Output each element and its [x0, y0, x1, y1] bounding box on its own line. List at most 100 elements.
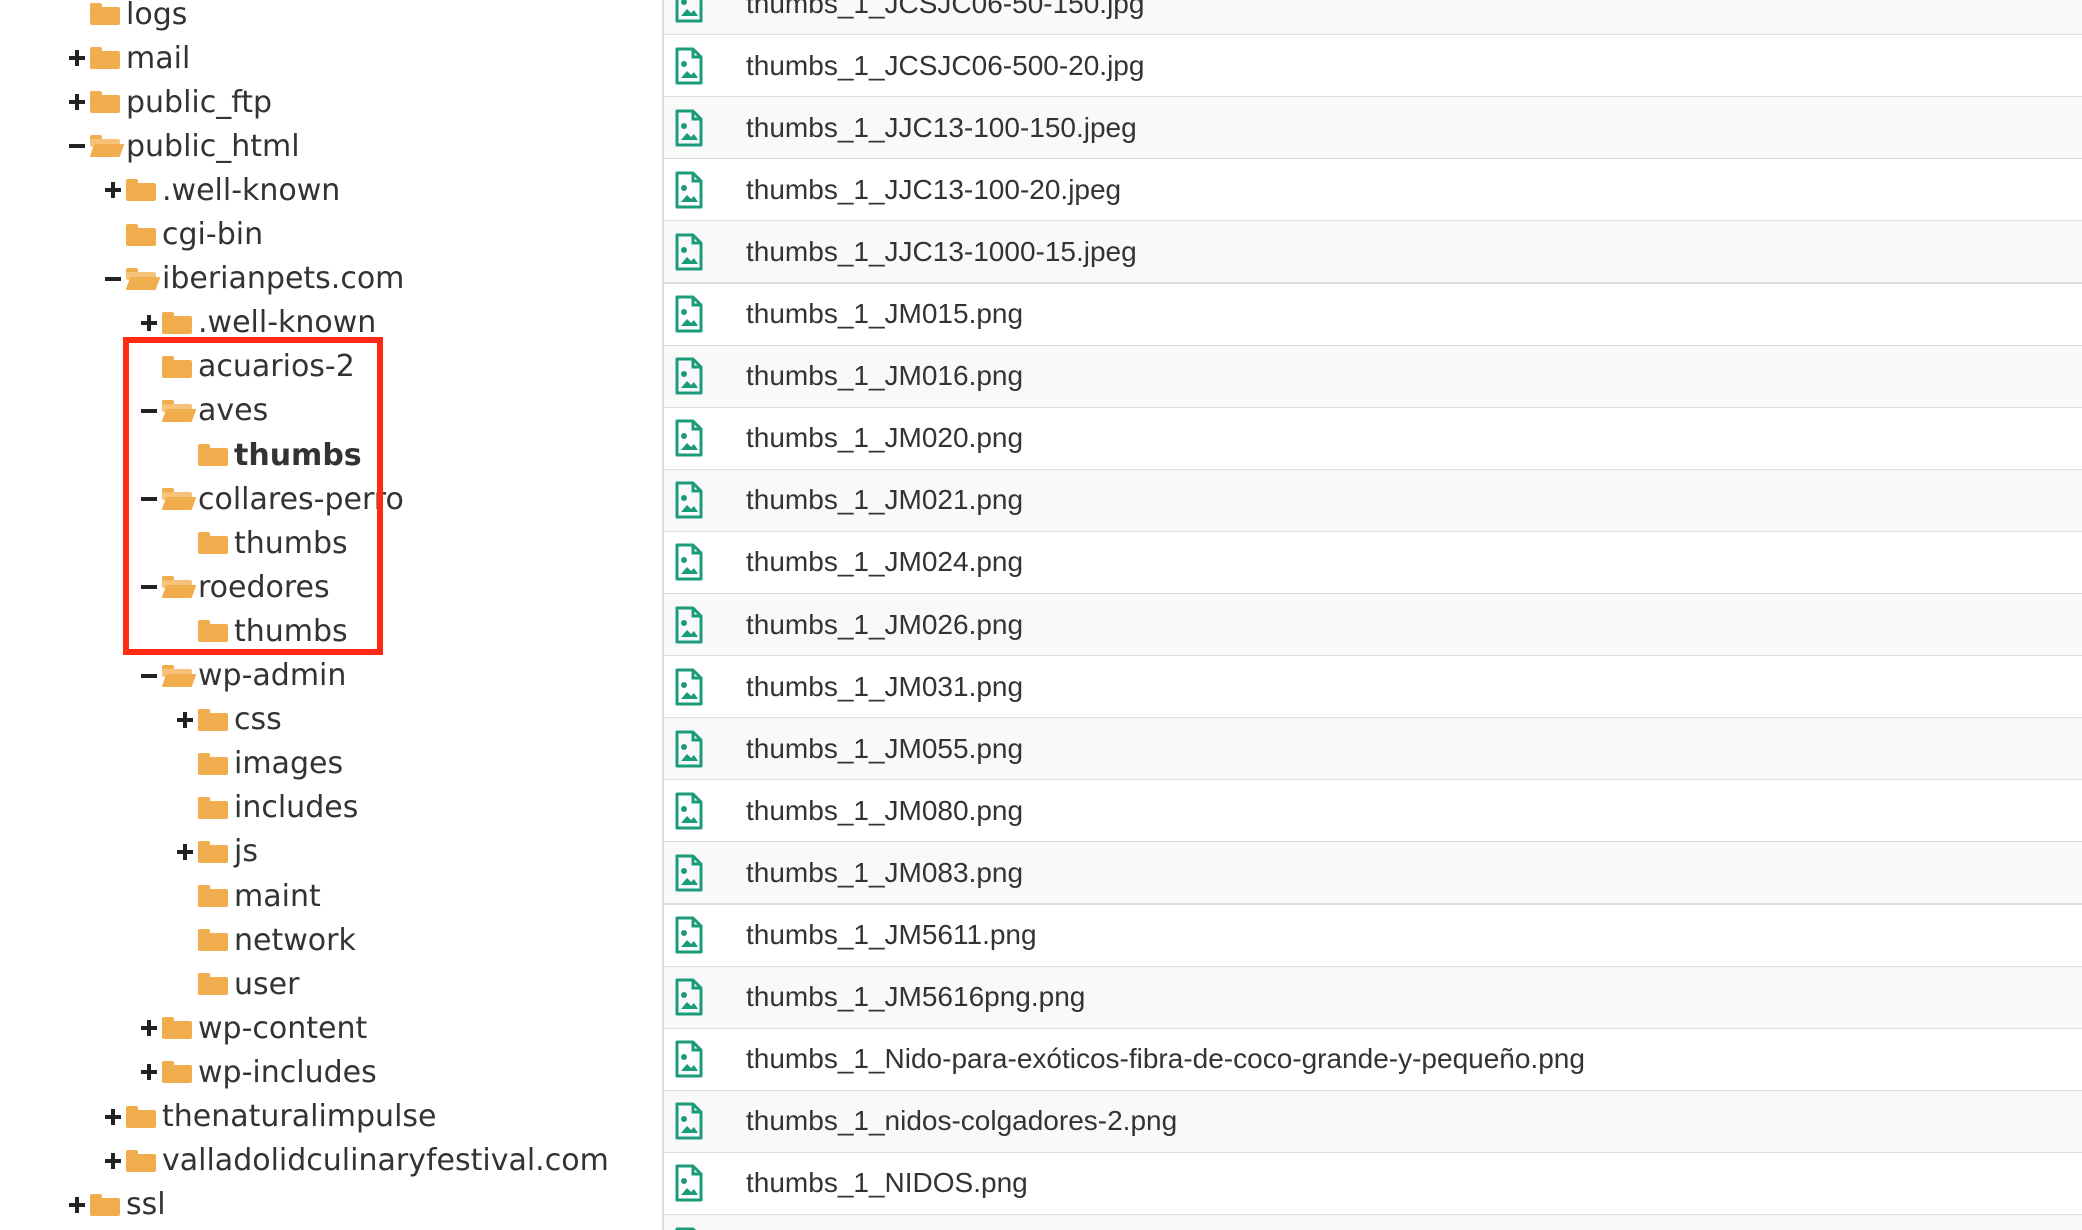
- toggle-spacer: [102, 213, 124, 257]
- file-row[interactable]: thumbs_1_JM083.png: [664, 842, 2082, 906]
- expand-icon[interactable]: [66, 36, 88, 80]
- file-row[interactable]: thumbs_1_JJC13-1000-15.jpeg: [664, 221, 2082, 285]
- file-row[interactable]: [664, 1215, 2082, 1230]
- file-row[interactable]: thumbs_1_JM055.png: [664, 718, 2082, 782]
- file-icon-cell: [664, 780, 746, 841]
- tree-item[interactable]: thumbs: [174, 521, 348, 565]
- file-icon-cell: [664, 842, 746, 903]
- tree-item[interactable]: valladolidculinaryfestival.com: [102, 1139, 609, 1183]
- image-file-icon: [675, 1102, 703, 1140]
- expand-icon[interactable]: [138, 301, 160, 345]
- collapse-icon[interactable]: [66, 124, 88, 168]
- collapse-icon[interactable]: [138, 654, 160, 698]
- tree-item[interactable]: js: [174, 830, 258, 874]
- file-icon-cell: [664, 1091, 746, 1152]
- tree-item[interactable]: mail: [66, 36, 190, 80]
- file-row[interactable]: thumbs_1_JM5616png.png: [664, 966, 2082, 1030]
- expand-icon[interactable]: [102, 1095, 124, 1139]
- file-row[interactable]: thumbs_1_JCSJC06-500-20.jpg: [664, 35, 2082, 99]
- tree-item[interactable]: thumbs: [174, 609, 348, 653]
- expand-icon[interactable]: [66, 1183, 88, 1227]
- collapse-icon[interactable]: [138, 477, 160, 521]
- tree-item-label: aves: [198, 393, 269, 429]
- file-name: thumbs_1_JM083.png: [746, 856, 1024, 888]
- tree-item[interactable]: public_ftp: [66, 80, 272, 124]
- file-row[interactable]: thumbs_1_JM5611.png: [664, 904, 2082, 968]
- file-row[interactable]: thumbs_1_JCSJC06-50-150.jpg: [664, 0, 2082, 36]
- expand-icon[interactable]: [138, 1006, 160, 1050]
- expand-icon[interactable]: [174, 830, 196, 874]
- tree-item[interactable]: logs: [66, 0, 187, 36]
- folder-icon: [198, 752, 228, 775]
- tree-item-label: collares-perro: [198, 481, 404, 517]
- file-icon-cell: [664, 35, 746, 96]
- file-row[interactable]: thumbs_1_JM031.png: [664, 656, 2082, 720]
- folder-icon: [90, 91, 120, 114]
- file-row[interactable]: thumbs_1_JM020.png: [664, 407, 2082, 471]
- folder-icon: [198, 708, 228, 731]
- tree-item[interactable]: .well-known: [138, 301, 376, 345]
- file-name: thumbs_1_JJC13-100-150.jpeg: [746, 111, 1137, 143]
- tree-item-label: wp-includes: [198, 1054, 377, 1090]
- folder-open-icon: [161, 576, 197, 599]
- collapse-icon[interactable]: [138, 389, 160, 433]
- tree-item-label: user: [234, 966, 300, 1002]
- file-name: thumbs_1_JM5611.png: [746, 919, 1037, 950]
- file-row[interactable]: thumbs_1_JJC13-100-20.jpeg: [664, 159, 2082, 223]
- tree-item[interactable]: roedores: [138, 565, 330, 609]
- file-row[interactable]: thumbs_1_JJC13-100-150.jpeg: [664, 97, 2082, 161]
- tree-item[interactable]: images: [174, 742, 343, 786]
- tree-item[interactable]: maint: [174, 874, 321, 918]
- expand-icon[interactable]: [174, 698, 196, 742]
- tree-item[interactable]: collares-perro: [138, 477, 404, 521]
- folder-icon: [126, 1105, 156, 1128]
- file-row[interactable]: thumbs_1_JM021.png: [664, 469, 2082, 533]
- tree-item[interactable]: includes: [174, 786, 358, 830]
- file-row[interactable]: thumbs_1_JM015.png: [664, 283, 2082, 347]
- file-row[interactable]: thumbs_1_JM016.png: [664, 345, 2082, 409]
- tree-item[interactable]: cgi-bin: [102, 213, 263, 257]
- tree-item-label: thenaturalimpulse: [162, 1099, 437, 1134]
- tree-item-label: public_ftp: [126, 84, 273, 120]
- file-row[interactable]: thumbs_1_JM026.png: [664, 594, 2082, 657]
- file-name: thumbs_1_JM015.png: [746, 298, 1024, 329]
- tree-item[interactable]: css: [174, 698, 282, 742]
- tree-item[interactable]: ssl: [66, 1183, 166, 1227]
- image-file-icon: [675, 171, 703, 209]
- folder-icon: [126, 223, 156, 246]
- tree-item[interactable]: wp-includes: [138, 1050, 377, 1094]
- tree-item[interactable]: wp-content: [138, 1006, 367, 1050]
- folder-icon: [90, 3, 120, 25]
- tree-item[interactable]: thenaturalimpulse: [102, 1095, 437, 1139]
- tree-item-label: wp-admin: [198, 658, 347, 693]
- expand-icon[interactable]: [102, 1139, 124, 1183]
- tree-item[interactable]: user: [174, 962, 299, 1006]
- collapse-icon[interactable]: [102, 257, 124, 301]
- file-row[interactable]: thumbs_1_nidos-colgadores-2.png: [664, 1090, 2082, 1154]
- folder-icon: [162, 355, 192, 378]
- toggle-spacer: [174, 918, 196, 962]
- file-icon-cell: [664, 470, 746, 531]
- expand-icon[interactable]: [138, 1050, 160, 1094]
- expand-icon[interactable]: [66, 80, 88, 124]
- folder-icon: [162, 1017, 192, 1040]
- file-name: thumbs_1_JCSJC06-50-150.jpg: [746, 0, 1145, 19]
- tree-item[interactable]: aves: [138, 389, 268, 433]
- expand-icon[interactable]: [102, 168, 124, 212]
- tree-item[interactable]: acuarios-2: [138, 345, 355, 389]
- file-row[interactable]: thumbs_1_JM024.png: [664, 531, 2082, 595]
- tree-item[interactable]: .well-known: [102, 168, 340, 212]
- image-file-icon: [675, 978, 703, 1016]
- file-row[interactable]: thumbs_1_NIDOS.png: [664, 1152, 2082, 1216]
- folder-icon: [198, 620, 228, 643]
- file-icon-cell: [664, 284, 746, 345]
- tree-item[interactable]: network: [174, 918, 356, 962]
- file-row[interactable]: thumbs_1_Nido-para-exóticos-fibra-de-coc…: [664, 1028, 2082, 1092]
- tree-item[interactable]: public_html: [66, 124, 300, 168]
- tree-item[interactable]: thumbs: [174, 433, 362, 477]
- collapse-icon[interactable]: [138, 565, 160, 609]
- image-file-icon: [675, 792, 703, 830]
- tree-item[interactable]: wp-admin: [138, 654, 346, 698]
- tree-item[interactable]: iberianpets.com: [102, 257, 404, 301]
- file-row[interactable]: thumbs_1_JM080.png: [664, 780, 2082, 844]
